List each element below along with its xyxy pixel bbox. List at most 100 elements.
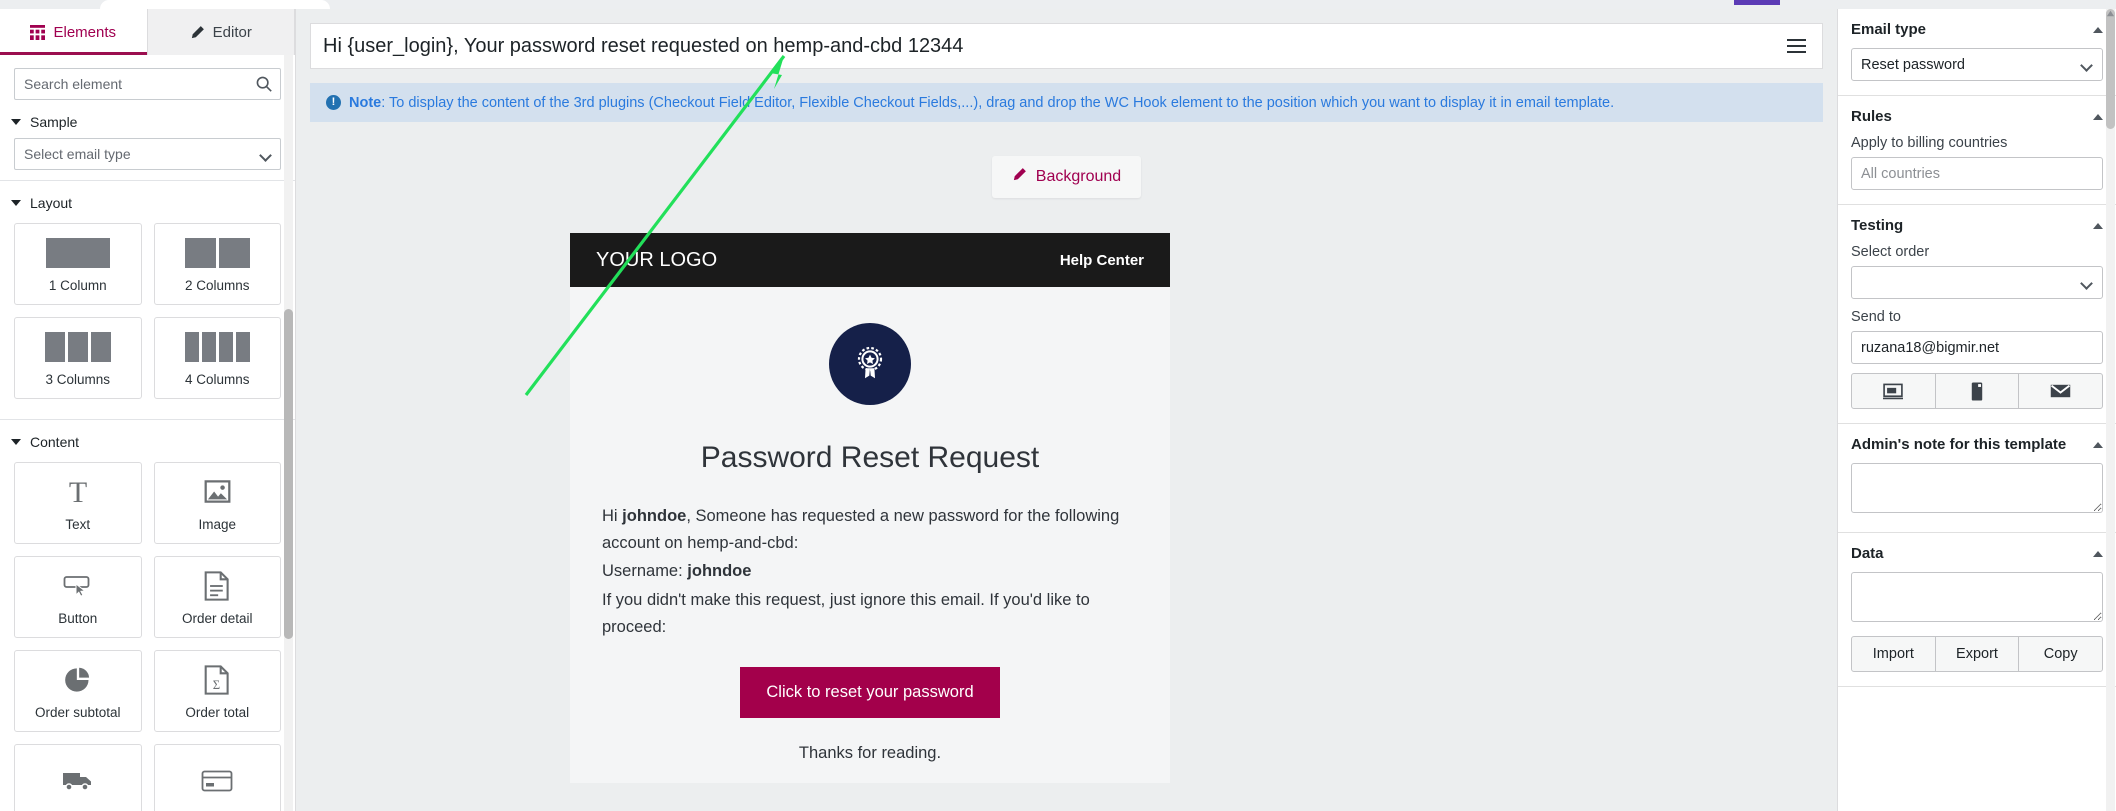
mobile-preview-button[interactable] — [1936, 374, 2020, 408]
tab-editor-label: Editor — [212, 23, 252, 41]
chevron-down-icon — [2080, 277, 2093, 290]
element-card-order-detail[interactable]: Order detail — [153, 556, 281, 638]
search-element-wrapper — [14, 68, 281, 100]
email-logo[interactable]: YOUR LOGO — [596, 249, 717, 272]
element-card-order-total[interactable]: Σ Order total — [153, 650, 281, 732]
element-card-button[interactable]: Button — [14, 556, 142, 638]
element-label: Order detail — [181, 610, 253, 626]
background-button-label: Background — [1035, 168, 1122, 185]
element-card-order-subtotal[interactable]: Order subtotal — [14, 650, 142, 732]
section-header-rules[interactable]: Rules — [1851, 108, 2103, 125]
sample-email-type-wrapper: Select email type — [14, 138, 281, 170]
svg-text:Σ: Σ — [213, 678, 220, 692]
notice-text: Note: To display the content of the 3rd … — [349, 95, 1614, 111]
email-type-select[interactable]: Reset password — [1851, 48, 2103, 81]
element-card-payment[interactable] — [153, 744, 281, 811]
caret-up-icon[interactable] — [2093, 441, 2103, 448]
username-value: johndoe — [687, 562, 752, 581]
element-label: 2 Columns — [184, 277, 250, 293]
subject-input[interactable]: Hi {user_login}, Your password reset req… — [323, 35, 963, 58]
sidebar-scrollbar-thumb[interactable] — [284, 309, 293, 639]
preview-button-group — [1851, 373, 2103, 409]
content-element-grid: T Text Image Button Order detail Order s… — [0, 458, 295, 811]
copy-button[interactable]: Copy — [2019, 637, 2102, 671]
email-title: Password Reset Request — [700, 441, 1040, 474]
search-icon[interactable] — [255, 75, 273, 93]
section-header-layout[interactable]: Layout — [0, 181, 295, 219]
section-header-data[interactable]: Data — [1851, 545, 2103, 562]
grid-icon — [30, 24, 46, 40]
element-card-shipping[interactable] — [14, 744, 142, 811]
admin-note-textarea[interactable] — [1851, 463, 2103, 513]
reset-password-button[interactable]: Click to reset your password — [740, 666, 1000, 718]
email-username-line: Username: johndoe — [602, 558, 1138, 585]
mobile-icon — [1971, 381, 1983, 401]
section-rules: Rules Apply to billing countries — [1838, 96, 2116, 205]
element-card-3-columns[interactable]: 3 Columns — [14, 317, 142, 399]
username-label: Username: — [602, 562, 688, 581]
section-header-content[interactable]: Content — [0, 420, 295, 458]
send-to-input[interactable] — [1851, 331, 2103, 364]
settings-scrollbar-thumb[interactable] — [2106, 9, 2115, 129]
billing-countries-input[interactable] — [1851, 157, 2103, 190]
info-icon: ! — [326, 95, 341, 110]
sigma-document-icon: Σ — [204, 663, 230, 697]
two-columns-icon — [184, 236, 250, 270]
element-card-1-column[interactable]: 1 Column — [14, 223, 142, 305]
hamburger-icon[interactable] — [1787, 39, 1806, 53]
desktop-icon — [1883, 383, 1904, 399]
document-lines-icon — [204, 569, 230, 603]
send-email-button[interactable] — [2019, 374, 2102, 408]
desktop-preview-button[interactable] — [1852, 374, 1936, 408]
greeting-username: johndoe — [622, 507, 687, 525]
data-textarea[interactable] — [1851, 572, 2103, 622]
settings-scrollbar-track[interactable] — [2106, 9, 2115, 811]
element-card-text[interactable]: T Text — [14, 462, 142, 544]
element-card-4-columns[interactable]: 4 Columns — [153, 317, 281, 399]
element-label: 1 Column — [48, 277, 107, 293]
element-label: 4 Columns — [184, 371, 250, 387]
pencil-icon — [1012, 167, 1027, 187]
element-card-image[interactable]: Image — [153, 462, 281, 544]
import-button[interactable]: Import — [1852, 637, 1936, 671]
section-header-sample[interactable]: Sample — [0, 100, 295, 138]
caret-up-icon[interactable] — [2093, 26, 2103, 33]
background-button[interactable]: Background — [991, 156, 1142, 198]
caret-down-icon — [11, 119, 21, 125]
award-ribbon-icon — [829, 323, 911, 405]
export-button[interactable]: Export — [1936, 637, 2020, 671]
settings-panel: Email type Reset password Rules Apply to… — [1837, 9, 2116, 811]
tab-elements[interactable]: Elements — [0, 9, 148, 55]
background-button-row: Background — [296, 156, 1837, 198]
select-email-type[interactable]: Select email type — [14, 138, 281, 170]
section-header-admin-note[interactable]: Admin's note for this template — [1851, 436, 2103, 453]
send-to-label: Send to — [1851, 309, 1901, 325]
browser-tab[interactable] — [100, 0, 330, 9]
section-header-email-type[interactable]: Email type — [1851, 21, 2103, 38]
select-order-dropdown[interactable] — [1851, 266, 2103, 299]
browser-accent-bar — [1734, 0, 1780, 5]
tab-elements-label: Elements — [53, 23, 117, 41]
browser-chrome-sliver — [0, 0, 2116, 9]
caret-up-icon[interactable] — [2093, 222, 2103, 229]
subject-line-bar: Hi {user_login}, Your password reset req… — [310, 23, 1823, 69]
caret-up-icon[interactable] — [2093, 550, 2103, 557]
element-card-2-columns[interactable]: 2 Columns — [153, 223, 281, 305]
tab-editor[interactable]: Editor — [147, 9, 295, 55]
section-title: Testing — [1851, 217, 1904, 234]
section-title: Admin's note for this template — [1851, 436, 2067, 453]
email-help-center-link[interactable]: Help Center — [1060, 252, 1144, 269]
section-title: Email type — [1851, 21, 1927, 38]
search-input[interactable] — [14, 68, 281, 100]
caret-down-icon — [11, 439, 21, 445]
section-header-testing[interactable]: Testing — [1851, 217, 2103, 234]
data-button-group: Import Export Copy — [1851, 636, 2103, 672]
element-label: Text — [65, 516, 91, 532]
notice-bold: Note — [349, 94, 382, 111]
text-icon: T — [63, 475, 93, 509]
cta-row: Click to reset your password — [602, 666, 1138, 718]
three-columns-icon — [44, 330, 111, 364]
scroll-up-arrow-icon[interactable] — [2106, 9, 2115, 18]
email-body: Password Reset Request Hi johndoe, Someo… — [570, 287, 1170, 783]
caret-up-icon[interactable] — [2093, 113, 2103, 120]
